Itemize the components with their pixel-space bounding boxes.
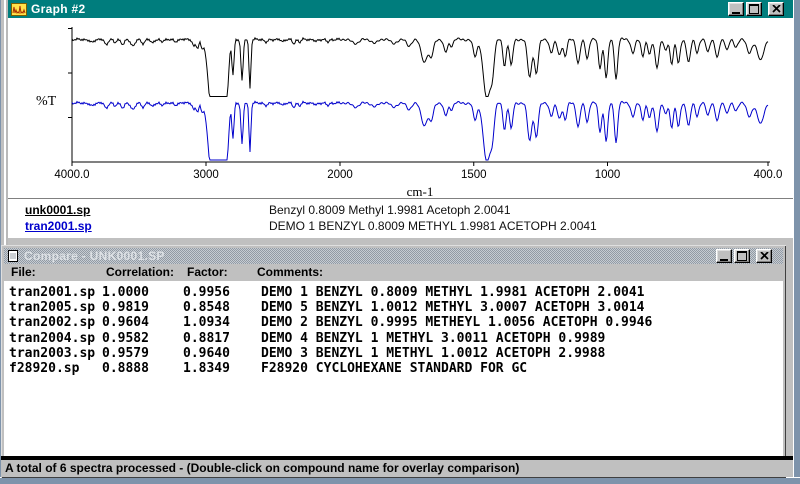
graph-maximize-button[interactable] — [746, 2, 762, 16]
svg-text:4000.0: 4000.0 — [54, 169, 89, 181]
compare-close-button[interactable] — [756, 249, 772, 263]
table-row[interactable]: tran2001.sp 1.0000 0.9956 DEMO 1 BENZYL 0.8… — [4, 285, 783, 300]
close-icon — [760, 252, 769, 260]
cell-correlation: 0.9579 — [102, 346, 149, 361]
svg-text:2000: 2000 — [327, 169, 353, 181]
graph-window: Graph #2 4000.03000200015001000400.0 %T … — [8, 0, 793, 238]
column-header-file: File: — [11, 265, 36, 279]
cell-comments: DEMO 4 BENZYL 1 METHYL 3.0011 ACETOPH 0.… — [261, 331, 605, 346]
cell-factor: 0.8548 — [183, 300, 230, 315]
svg-text:400.0: 400.0 — [754, 169, 783, 181]
cell-comments: DEMO 1 BENZYL 0.8009 METHYL 1.9981 ACETO… — [261, 285, 645, 300]
spectrum-file-row: unk0001.sp Benzyl 0.8009 Methyl 1.9981 Ac… — [8, 202, 793, 218]
compare-window-title: Compare - UNK0001.SP — [24, 249, 165, 263]
cell-factor: 1.8349 — [183, 361, 230, 376]
status-bar: A total of 6 spectra processed - (Double… — [1, 460, 793, 477]
spectrum-description: DEMO 1 BENZYL 0.8009 METHYL 1.9981 ACETO… — [269, 218, 597, 234]
cell-correlation: 0.9819 — [102, 300, 149, 315]
minimize-icon — [720, 259, 728, 261]
application-window: Graph #2 4000.03000200015001000400.0 %T … — [0, 0, 800, 484]
compare-minimize-button[interactable] — [716, 249, 732, 263]
window-frame-right — [793, 0, 800, 484]
compare-window: Compare - UNK0001.SP File: Correlation: … — [1, 245, 786, 478]
column-header-correlation: Correlation: — [106, 265, 174, 279]
cell-comments: DEMO 5 BENZYL 1.0012 METHYL 3.0007 ACETO… — [261, 300, 645, 315]
spectrum-file-link[interactable]: tran2001.sp — [25, 218, 92, 234]
cell-comments: DEMO 2 BENZYL 0.9995 METHEYL 1.0056 ACET… — [261, 315, 652, 330]
document-icon — [7, 249, 20, 263]
spectrum-description: Benzyl 0.8009 Methyl 1.9981 Acetoph 2.00… — [269, 202, 511, 218]
minimize-icon — [732, 12, 740, 14]
cell-correlation: 1.0000 — [102, 285, 149, 300]
svg-text:3000: 3000 — [193, 169, 219, 181]
close-icon — [772, 5, 781, 13]
table-row[interactable]: tran2003.sp 0.9579 0.9640 DEMO 3 BENZYL 1 M… — [4, 346, 783, 361]
column-header-comments: Comments: — [257, 265, 323, 279]
graph-minimize-button[interactable] — [728, 2, 744, 16]
cell-comments: DEMO 3 BENZYL 1 METHYL 1.0012 ACETOPH 2.… — [261, 346, 605, 361]
graph-window-titlebar[interactable]: Graph #2 — [8, 0, 793, 18]
cell-file: tran2005.sp — [9, 300, 95, 315]
cell-file: tran2002.sp — [9, 315, 95, 330]
spectrum-file-row: tran2001.sp DEMO 1 BENZYL 0.8009 METHYL 1… — [8, 218, 793, 234]
results-table-header: File: Correlation: Factor: Comments: — [4, 264, 783, 281]
cell-factor: 0.9956 — [183, 285, 230, 300]
results-table-body[interactable]: tran2001.sp 1.0000 0.9956 DEMO 1 BENZYL 0.8… — [4, 281, 783, 456]
spectra-plot-area[interactable]: 4000.03000200015001000400.0 %T cm-1 — [8, 18, 793, 198]
cell-file: tran2001.sp — [9, 285, 95, 300]
cell-comments: F28920 CYCLOHEXANE STANDARD FOR GC — [261, 361, 527, 376]
cell-factor: 0.8817 — [183, 331, 230, 346]
cell-correlation: 0.9582 — [102, 331, 149, 346]
ir-spectra-chart: 4000.0 3000 2000 1500 1000 400.0 — [8, 18, 793, 198]
svg-text:1000: 1000 — [595, 169, 621, 181]
cell-factor: 0.9640 — [183, 346, 230, 361]
cell-file: tran2004.sp — [9, 331, 95, 346]
column-header-factor: Factor: — [187, 265, 228, 279]
window-frame-bottom — [0, 478, 800, 484]
table-row[interactable]: tran2004.sp 0.9582 0.8817 DEMO 4 BENZYL 1 M… — [4, 331, 783, 346]
table-row[interactable]: tran2005.sp 0.9819 0.8548 DEMO 5 BENZYL 1.0… — [4, 300, 783, 315]
graph-close-button[interactable] — [768, 2, 784, 16]
maximize-icon — [749, 4, 759, 14]
cell-factor: 1.0934 — [183, 315, 230, 330]
table-row[interactable]: f28920.sp 0.8888 1.8349 F28920 CYCLOHEXANE … — [4, 361, 783, 376]
compare-window-titlebar[interactable]: Compare - UNK0001.SP — [4, 248, 783, 264]
cell-correlation: 0.8888 — [102, 361, 149, 376]
table-row[interactable]: tran2002.sp 0.9604 1.0934 DEMO 2 BENZYL 0.9… — [4, 315, 783, 330]
graph-window-title: Graph #2 — [31, 2, 85, 16]
compare-maximize-button[interactable] — [734, 249, 750, 263]
maximize-icon — [737, 251, 747, 261]
y-axis-label: %T — [36, 94, 56, 110]
cell-file: tran2003.sp — [9, 346, 95, 361]
svg-text:1500: 1500 — [461, 169, 487, 181]
spectrum-chart-icon — [11, 3, 27, 16]
status-text: A total of 6 spectra processed - (Double… — [5, 461, 519, 475]
cell-file: f28920.sp — [9, 361, 79, 376]
spectrum-file-link[interactable]: unk0001.sp — [25, 202, 90, 218]
cell-correlation: 0.9604 — [102, 315, 149, 330]
spectra-file-list: unk0001.sp Benzyl 0.8009 Methyl 1.9981 Ac… — [8, 198, 793, 238]
